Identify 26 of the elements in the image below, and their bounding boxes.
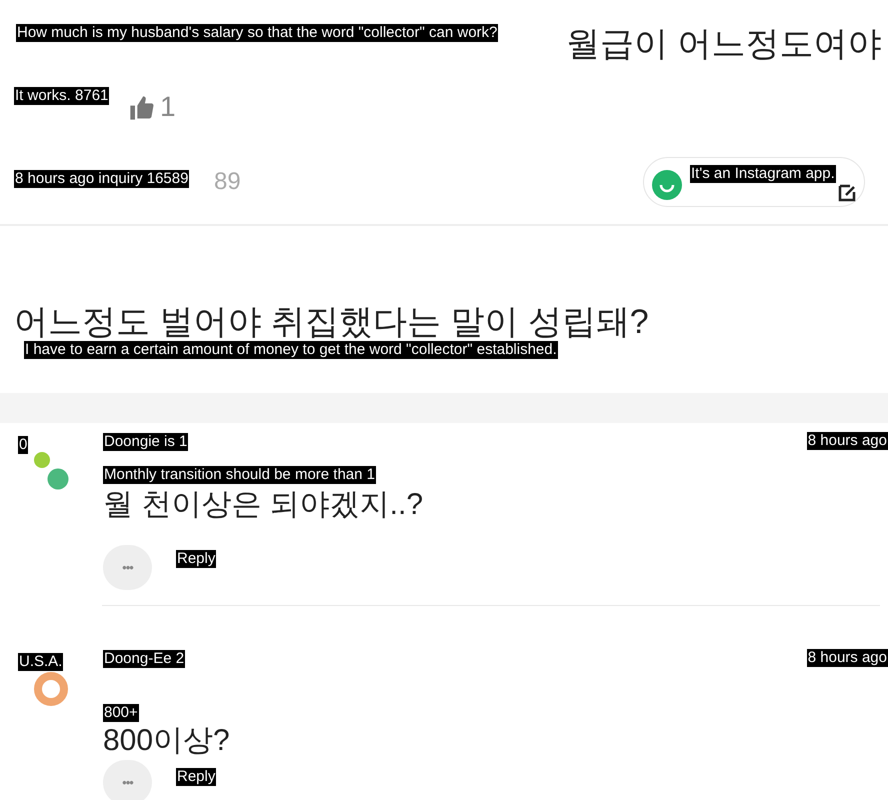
comment-caption: 800+ [103, 704, 139, 722]
reply-button[interactable]: Reply [176, 768, 216, 786]
stats-caption: It works. 8761 [14, 87, 110, 105]
headline-caption: I have to earn a certain amount of money to get the word "collector" established. [24, 341, 558, 359]
edit-icon [838, 184, 858, 202]
title-caption: How much is my husband's salary so that the word "collector" can work? [16, 24, 498, 42]
author-caption: Doong-Ee 2 [103, 650, 186, 668]
view-count: 89 [214, 168, 241, 196]
author-caption: Doongie is 1 [103, 433, 188, 451]
avatar-caption: 0 [18, 436, 28, 454]
avatar-icon [33, 452, 69, 490]
translate-button[interactable]: It's an Instagram app. [643, 157, 865, 207]
time-caption: 8 hours ago [806, 432, 888, 450]
like-count: 1 [160, 92, 176, 122]
comment-text: 800이상? [103, 723, 230, 759]
comment-caption: Monthly transition should be more than 1 [103, 466, 376, 484]
thumbs-up-icon[interactable] [128, 94, 156, 122]
avatar-icon [34, 672, 68, 706]
smile-icon [652, 170, 682, 200]
avatar-caption: U.S.A. [18, 653, 64, 671]
meta-caption: 8 hours ago inquiry 16589 [14, 170, 190, 188]
headline: 어느정도 벌어야 취집했다는 말이 성립돼? [14, 302, 649, 342]
comment-text: 월 천이상은 되야겠지..? [103, 487, 424, 523]
question-title: 월급이 어느정도여야 [566, 24, 882, 65]
time-caption: 8 hours ago [806, 649, 888, 667]
reply-button[interactable]: Reply [176, 550, 216, 568]
